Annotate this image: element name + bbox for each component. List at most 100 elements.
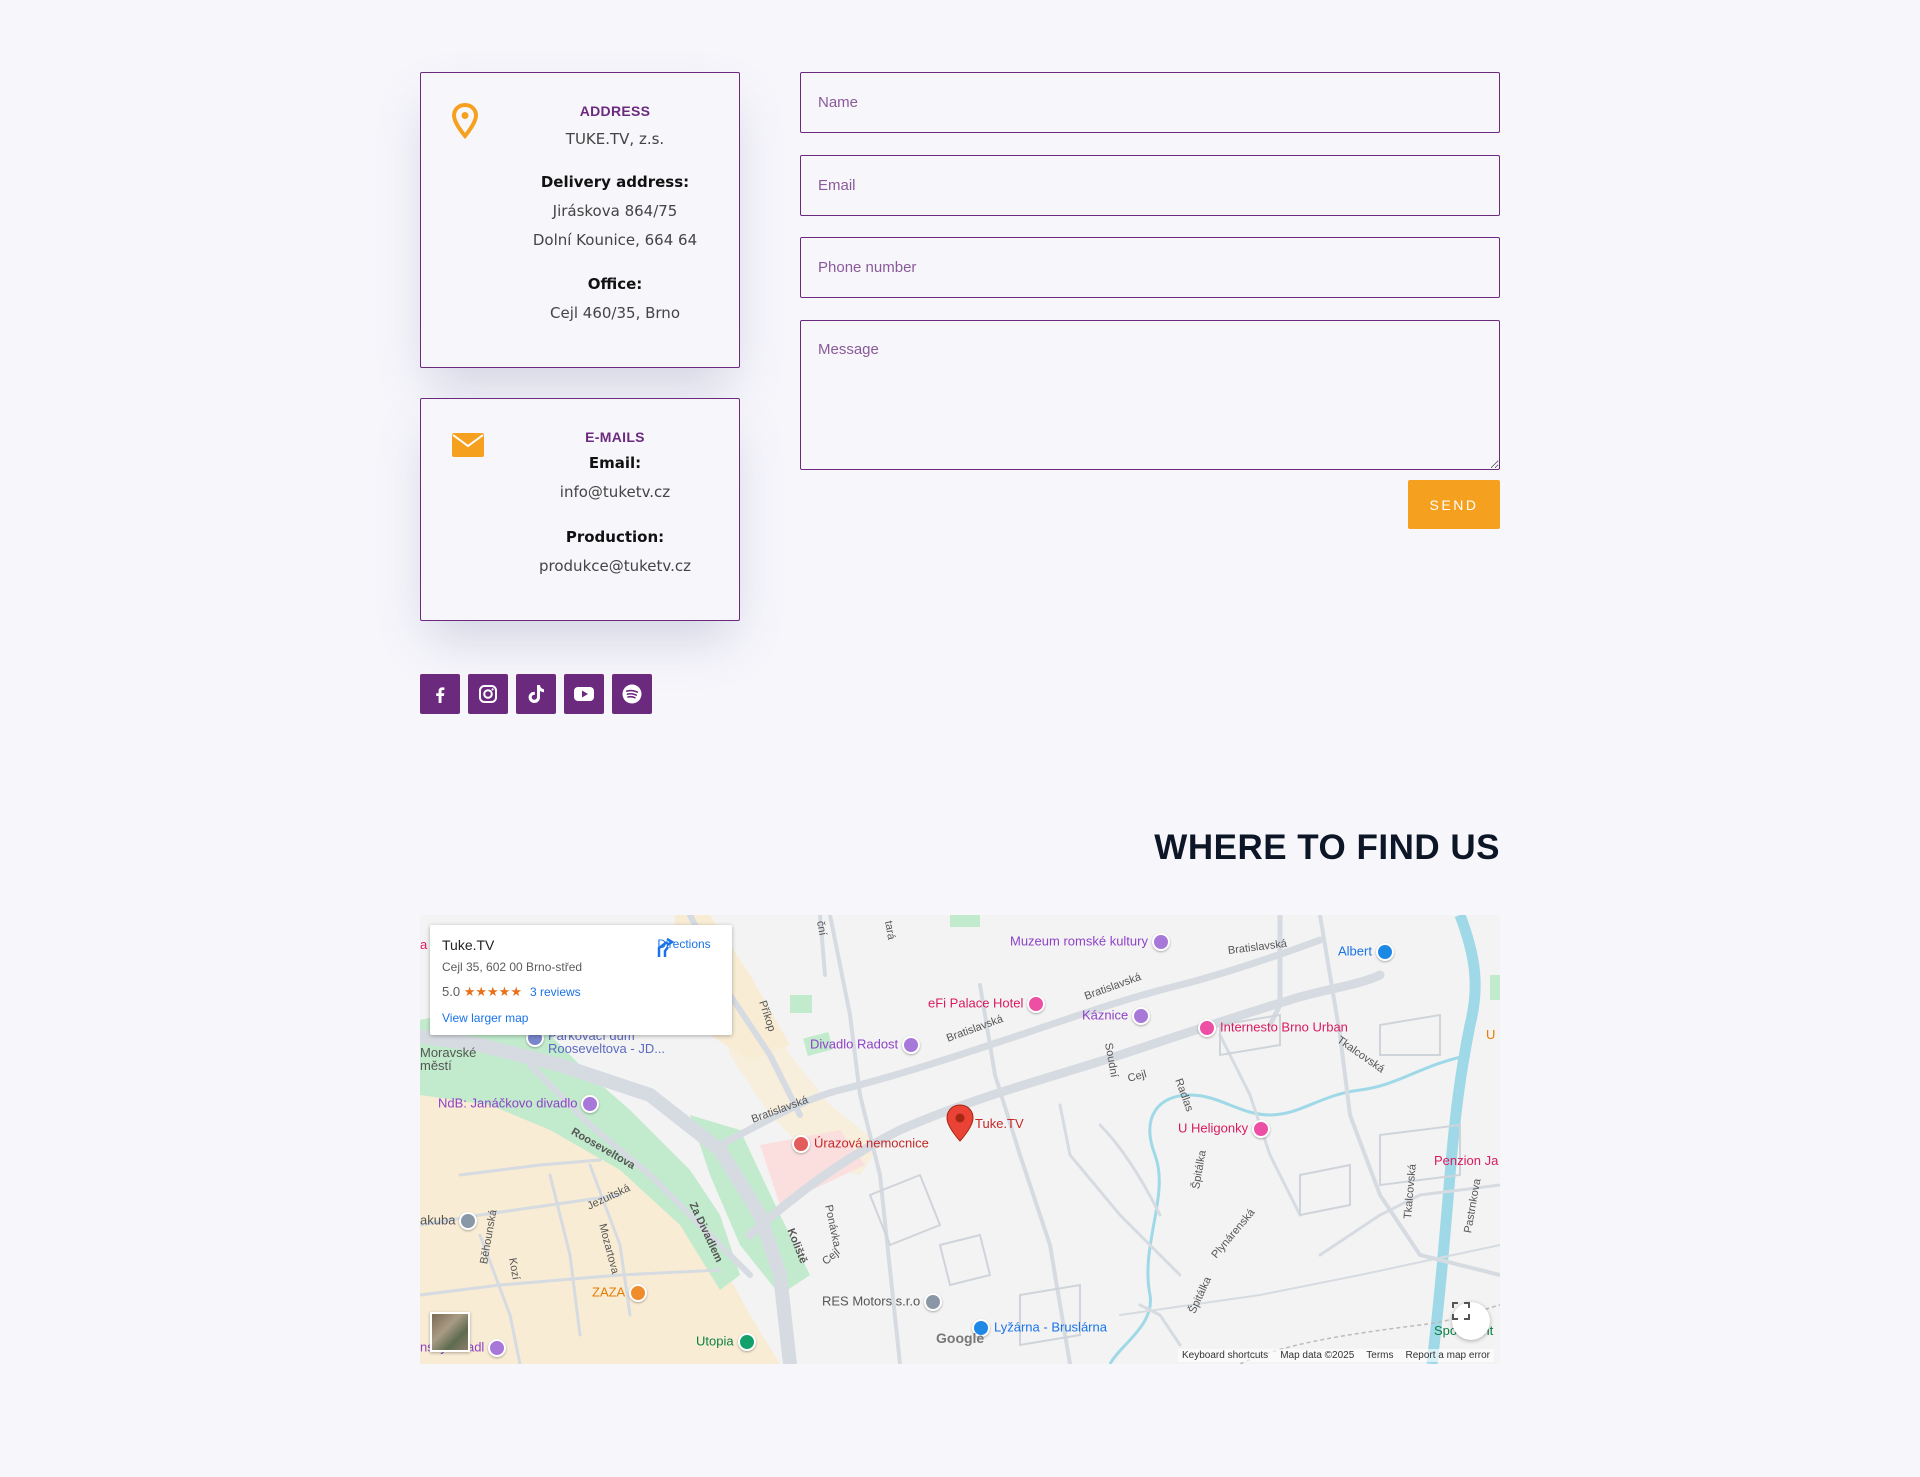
youtube-icon[interactable]: [564, 674, 604, 714]
directions-button[interactable]: Directions: [654, 937, 714, 957]
delivery-line-2: Dolní Kounice, 664 64: [532, 231, 698, 249]
poi-muzeum[interactable]: Muzeum romské kultury: [1010, 933, 1170, 951]
place-rating: 5.0 ★★★★★ 3 reviews: [442, 984, 581, 1000]
theater-icon: [488, 1339, 507, 1357]
poi-penzion[interactable]: Penzion Ja: [1434, 1153, 1498, 1168]
delivery-line-1: Jiráskova 864/75: [552, 202, 678, 220]
fullscreen-icon: [1452, 1302, 1470, 1320]
find-us-title: WHERE TO FIND US: [1154, 828, 1500, 867]
marker-label[interactable]: Tuke.TV: [975, 1116, 1024, 1131]
directions-icon: [657, 937, 675, 957]
poi-a-edge: a: [420, 937, 428, 952]
view-larger-map-link[interactable]: View larger map: [442, 1011, 528, 1025]
address-heading: ADDRESS: [579, 103, 651, 119]
poi-urazova-label: Úrazová nemocnice: [814, 1135, 929, 1151]
poi-parkovaci-label-2: Rooseveltova - JD...: [548, 1041, 666, 1056]
poi-jakuba-label: akuba: [420, 1212, 456, 1228]
email-value[interactable]: info@tuketv.cz: [491, 478, 739, 507]
emails-body: E-MAILS Email: info@tuketv.cz Production…: [491, 429, 739, 581]
poi-utopia[interactable]: Utopia: [696, 1333, 756, 1351]
production-label: Production:: [565, 528, 665, 546]
name-input[interactable]: [800, 72, 1500, 133]
poi-jakuba[interactable]: akuba: [420, 1212, 478, 1230]
poi-res-motors-label: RES Motors s.r.o: [822, 1293, 921, 1309]
spotify-icon[interactable]: [612, 674, 652, 714]
send-button[interactable]: SEND: [1408, 480, 1500, 529]
map-data-text: Map data ©2025: [1280, 1350, 1355, 1361]
map-pin-icon: [451, 102, 479, 143]
reviews-link[interactable]: 3 reviews: [530, 985, 581, 999]
terms-link[interactable]: Terms: [1366, 1350, 1393, 1361]
poi-u-edge: U: [1486, 1027, 1496, 1042]
company-name: TUKE.TV, z.s.: [565, 130, 665, 148]
report-error-link[interactable]: Report a map error: [1406, 1350, 1490, 1361]
envelope-icon: [451, 432, 485, 462]
office-label: Office:: [587, 275, 643, 293]
poi-albert[interactable]: Albert: [1338, 943, 1394, 961]
poi-divadlo-radost[interactable]: Divadlo Radost: [810, 1036, 921, 1054]
poi-lyzarna[interactable]: Lyžárna - Bruslárna: [972, 1319, 1107, 1337]
map-info-box: Tuke.TV Cejl 35, 602 00 Brno-střed 5.0 ★…: [430, 925, 732, 1035]
poi-internesto[interactable]: Internesto Brno Urban: [1198, 1019, 1348, 1037]
poi-zaza-label: ZAZA: [592, 1284, 626, 1300]
place-address: Cejl 35, 602 00 Brno-střed: [442, 960, 583, 974]
address-body: ADDRESS TUKE.TV, z.s. Delivery address: …: [491, 103, 739, 328]
street-label: ční: [814, 919, 829, 937]
rating-stars: ★★★★★: [463, 984, 522, 999]
emails-heading: E-MAILS: [585, 429, 645, 445]
theater-icon: [902, 1036, 921, 1054]
hospital-icon: [792, 1135, 810, 1153]
satellite-toggle[interactable]: [430, 1312, 470, 1352]
poi-janackovo[interactable]: NdB: Janáčkovo divadlo: [438, 1095, 600, 1113]
poi-heligonky-label: U Heligonky: [1178, 1120, 1249, 1136]
facebook-icon[interactable]: [420, 674, 460, 714]
email-input[interactable]: [800, 155, 1500, 216]
emails-card: E-MAILS Email: info@tuketv.cz Production…: [420, 398, 740, 621]
poi-janackovo-label: NdB: Janáčkovo divadlo: [438, 1095, 578, 1111]
hotel-icon: [1027, 995, 1046, 1013]
fullscreen-button[interactable]: [1452, 1302, 1490, 1340]
church-icon: [459, 1212, 478, 1230]
poi-muzeum-label: Muzeum romské kultury: [1010, 933, 1148, 949]
phone-input[interactable]: [800, 237, 1500, 298]
poi-urazova[interactable]: Úrazová nemocnice: [792, 1135, 929, 1153]
keyboard-shortcuts-link[interactable]: Keyboard shortcuts: [1182, 1350, 1268, 1361]
email-label: Email:: [588, 454, 642, 472]
poi-moravske-label-2: městí: [420, 1058, 452, 1073]
landmark-icon: [1132, 1007, 1151, 1025]
address-card: ADDRESS TUKE.TV, z.s. Delivery address: …: [420, 72, 740, 368]
poi-res-motors[interactable]: RES Motors s.r.o: [822, 1293, 943, 1311]
tiktok-icon[interactable]: [516, 674, 556, 714]
poi-albert-label: Albert: [1338, 943, 1372, 959]
poi-internesto-label: Internesto Brno Urban: [1220, 1019, 1348, 1035]
delivery-label: Delivery address:: [540, 173, 690, 191]
hotel-icon: [1252, 1120, 1271, 1138]
theater-icon: [581, 1095, 600, 1113]
map-attribution: Keyboard shortcuts Map data ©2025 Terms …: [1178, 1349, 1494, 1362]
office-line: Cejl 460/35, Brno: [550, 304, 680, 322]
map-embed[interactable]: Muzeum romské kultury Albert eFi Palace …: [420, 915, 1500, 1364]
poi-divadlo-radost-label: Divadlo Radost: [810, 1036, 899, 1052]
poi-zaza[interactable]: ZAZA: [592, 1284, 648, 1302]
poi-lyzarna-label: Lyžárna - Bruslárna: [994, 1319, 1107, 1335]
shopping-cart-icon: [1375, 943, 1394, 961]
poi-efi-label: eFi Palace Hotel: [928, 995, 1024, 1011]
poi-kaznice-label: Káznice: [1082, 1007, 1129, 1023]
map-marker: [946, 1104, 974, 1142]
google-logo: Google: [936, 1330, 985, 1346]
production-value[interactable]: produkce@tuketv.cz: [491, 552, 739, 581]
place-icon: [737, 1333, 756, 1351]
poi-heligonky[interactable]: U Heligonky: [1178, 1120, 1271, 1138]
poi-utopia-label: Utopia: [696, 1333, 734, 1349]
message-textarea[interactable]: [800, 320, 1500, 470]
rating-value: 5.0: [442, 984, 461, 999]
museum-icon: [1151, 933, 1170, 951]
place-icon: [924, 1293, 943, 1311]
instagram-icon[interactable]: [468, 674, 508, 714]
place-name: Tuke.TV: [442, 937, 495, 953]
poi-efi[interactable]: eFi Palace Hotel: [928, 995, 1046, 1013]
poi-kaznice[interactable]: Káznice: [1082, 1007, 1151, 1025]
hotel-icon: [1198, 1019, 1216, 1037]
poi-moravske: Moravské městí: [420, 1046, 476, 1072]
restaurant-icon: [629, 1284, 648, 1302]
